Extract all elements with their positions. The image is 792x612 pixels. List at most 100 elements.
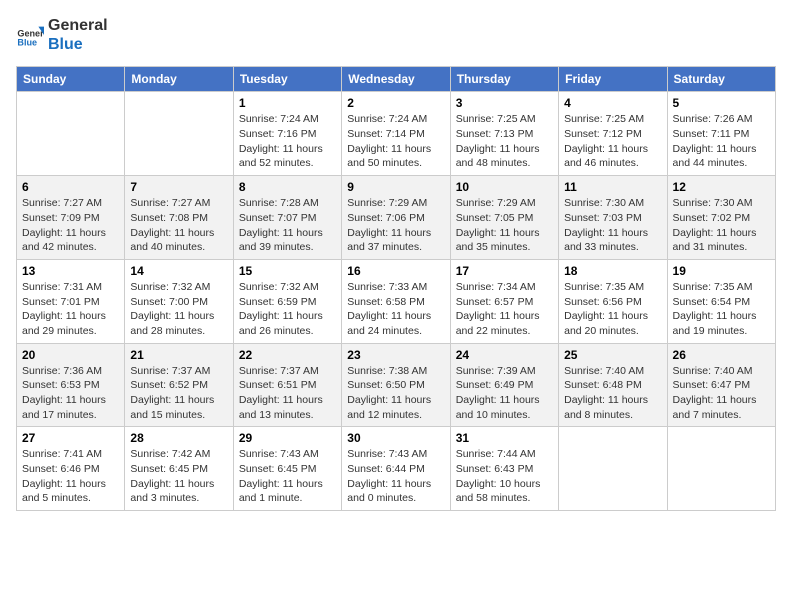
day-info: Sunrise: 7:25 AMSunset: 7:13 PMDaylight:…	[456, 112, 553, 171]
day-number: 22	[239, 348, 336, 362]
day-info: Sunrise: 7:27 AMSunset: 7:08 PMDaylight:…	[130, 196, 227, 255]
weekday-header: Monday	[125, 67, 233, 92]
calendar-header-row: SundayMondayTuesdayWednesdayThursdayFrid…	[17, 67, 776, 92]
day-info: Sunrise: 7:24 AMSunset: 7:14 PMDaylight:…	[347, 112, 444, 171]
day-info: Sunrise: 7:37 AMSunset: 6:52 PMDaylight:…	[130, 364, 227, 423]
day-info: Sunrise: 7:43 AMSunset: 6:45 PMDaylight:…	[239, 447, 336, 506]
calendar-cell: 12 Sunrise: 7:30 AMSunset: 7:02 PMDayligh…	[667, 176, 775, 260]
day-number: 16	[347, 264, 444, 278]
calendar-cell: 19Sunrise: 7:35 AMSunset: 6:54 PMDayligh…	[667, 259, 775, 343]
page-header: General Blue General Blue	[16, 16, 776, 54]
calendar-cell: 31 Sunrise: 7:44 AMSunset: 6:43 PMDayligh…	[450, 427, 558, 511]
calendar-cell: 27 Sunrise: 7:41 AMSunset: 6:46 PMDayligh…	[17, 427, 125, 511]
calendar-cell	[125, 92, 233, 176]
calendar-cell: 1Sunrise: 7:24 AMSunset: 7:16 PMDaylight…	[233, 92, 341, 176]
day-info: Sunrise: 7:34 AMSunset: 6:57 PMDaylight:…	[456, 280, 553, 339]
calendar-cell: 28 Sunrise: 7:42 AMSunset: 6:45 PMDayligh…	[125, 427, 233, 511]
calendar-week-row: 1Sunrise: 7:24 AMSunset: 7:16 PMDaylight…	[17, 92, 776, 176]
calendar-cell: 18 Sunrise: 7:35 AMSunset: 6:56 PMDayligh…	[559, 259, 667, 343]
day-info: Sunrise: 7:40 AMSunset: 6:48 PMDaylight:…	[564, 364, 661, 423]
calendar-week-row: 27 Sunrise: 7:41 AMSunset: 6:46 PMDayligh…	[17, 427, 776, 511]
calendar-cell: 9Sunrise: 7:29 AMSunset: 7:06 PMDaylight…	[342, 176, 450, 260]
logo-general: General	[48, 16, 108, 35]
calendar-cell: 29 Sunrise: 7:43 AMSunset: 6:45 PMDayligh…	[233, 427, 341, 511]
day-number: 13	[22, 264, 119, 278]
calendar-week-row: 13 Sunrise: 7:31 AMSunset: 7:01 PMDayligh…	[17, 259, 776, 343]
day-number: 27	[22, 431, 119, 445]
day-number: 18	[564, 264, 661, 278]
calendar-cell: 23 Sunrise: 7:38 AMSunset: 6:50 PMDayligh…	[342, 343, 450, 427]
calendar-week-row: 20Sunrise: 7:36 AMSunset: 6:53 PMDayligh…	[17, 343, 776, 427]
calendar-cell: 15Sunrise: 7:32 AMSunset: 6:59 PMDayligh…	[233, 259, 341, 343]
day-info: Sunrise: 7:31 AMSunset: 7:01 PMDaylight:…	[22, 280, 119, 339]
calendar-cell: 30 Sunrise: 7:43 AMSunset: 6:44 PMDayligh…	[342, 427, 450, 511]
day-info: Sunrise: 7:41 AMSunset: 6:46 PMDaylight:…	[22, 447, 119, 506]
day-number: 14	[130, 264, 227, 278]
calendar-cell: 24 Sunrise: 7:39 AMSunset: 6:49 PMDayligh…	[450, 343, 558, 427]
day-info: Sunrise: 7:25 AMSunset: 7:12 PMDaylight:…	[564, 112, 661, 171]
calendar-cell: 16 Sunrise: 7:33 AMSunset: 6:58 PMDayligh…	[342, 259, 450, 343]
calendar-cell: 3Sunrise: 7:25 AMSunset: 7:13 PMDaylight…	[450, 92, 558, 176]
calendar-cell: 26Sunrise: 7:40 AMSunset: 6:47 PMDayligh…	[667, 343, 775, 427]
logo: General Blue General Blue	[16, 16, 108, 54]
calendar-cell: 2Sunrise: 7:24 AMSunset: 7:14 PMDaylight…	[342, 92, 450, 176]
day-info: Sunrise: 7:33 AMSunset: 6:58 PMDaylight:…	[347, 280, 444, 339]
calendar-cell: 8 Sunrise: 7:28 AMSunset: 7:07 PMDaylight…	[233, 176, 341, 260]
day-info: Sunrise: 7:26 AMSunset: 7:11 PMDaylight:…	[673, 112, 770, 171]
day-number: 7	[130, 180, 227, 194]
day-number: 20	[22, 348, 119, 362]
day-info: Sunrise: 7:35 AMSunset: 6:56 PMDaylight:…	[564, 280, 661, 339]
calendar-cell: 5 Sunrise: 7:26 AMSunset: 7:11 PMDaylight…	[667, 92, 775, 176]
logo-blue: Blue	[48, 35, 108, 54]
weekday-header: Friday	[559, 67, 667, 92]
day-info: Sunrise: 7:30 AMSunset: 7:03 PMDaylight:…	[564, 196, 661, 255]
svg-text:Blue: Blue	[17, 38, 37, 48]
calendar-cell: 20Sunrise: 7:36 AMSunset: 6:53 PMDayligh…	[17, 343, 125, 427]
day-number: 26	[673, 348, 770, 362]
day-info: Sunrise: 7:43 AMSunset: 6:44 PMDaylight:…	[347, 447, 444, 506]
calendar-cell: 17 Sunrise: 7:34 AMSunset: 6:57 PMDayligh…	[450, 259, 558, 343]
day-number: 9	[347, 180, 444, 194]
day-number: 4	[564, 96, 661, 110]
calendar-table: SundayMondayTuesdayWednesdayThursdayFrid…	[16, 66, 776, 511]
day-number: 31	[456, 431, 553, 445]
day-number: 30	[347, 431, 444, 445]
day-number: 5	[673, 96, 770, 110]
day-info: Sunrise: 7:42 AMSunset: 6:45 PMDaylight:…	[130, 447, 227, 506]
day-info: Sunrise: 7:39 AMSunset: 6:49 PMDaylight:…	[456, 364, 553, 423]
day-number: 24	[456, 348, 553, 362]
day-number: 10	[456, 180, 553, 194]
day-number: 6	[22, 180, 119, 194]
calendar-cell	[667, 427, 775, 511]
calendar-cell: 21 Sunrise: 7:37 AMSunset: 6:52 PMDayligh…	[125, 343, 233, 427]
calendar-cell: 14Sunrise: 7:32 AMSunset: 7:00 PMDayligh…	[125, 259, 233, 343]
calendar-cell: 25 Sunrise: 7:40 AMSunset: 6:48 PMDayligh…	[559, 343, 667, 427]
day-info: Sunrise: 7:37 AMSunset: 6:51 PMDaylight:…	[239, 364, 336, 423]
day-number: 11	[564, 180, 661, 194]
calendar-cell: 6 Sunrise: 7:27 AMSunset: 7:09 PMDaylight…	[17, 176, 125, 260]
day-info: Sunrise: 7:27 AMSunset: 7:09 PMDaylight:…	[22, 196, 119, 255]
day-number: 21	[130, 348, 227, 362]
weekday-header: Thursday	[450, 67, 558, 92]
calendar-cell	[559, 427, 667, 511]
logo-icon: General Blue	[16, 21, 44, 49]
day-number: 25	[564, 348, 661, 362]
calendar-week-row: 6 Sunrise: 7:27 AMSunset: 7:09 PMDaylight…	[17, 176, 776, 260]
day-number: 12	[673, 180, 770, 194]
day-number: 23	[347, 348, 444, 362]
day-number: 28	[130, 431, 227, 445]
day-info: Sunrise: 7:28 AMSunset: 7:07 PMDaylight:…	[239, 196, 336, 255]
day-number: 29	[239, 431, 336, 445]
calendar-cell	[17, 92, 125, 176]
day-number: 1	[239, 96, 336, 110]
day-number: 15	[239, 264, 336, 278]
day-info: Sunrise: 7:38 AMSunset: 6:50 PMDaylight:…	[347, 364, 444, 423]
calendar-cell: 7 Sunrise: 7:27 AMSunset: 7:08 PMDaylight…	[125, 176, 233, 260]
day-info: Sunrise: 7:44 AMSunset: 6:43 PMDaylight:…	[456, 447, 553, 506]
calendar-cell: 11 Sunrise: 7:30 AMSunset: 7:03 PMDayligh…	[559, 176, 667, 260]
weekday-header: Sunday	[17, 67, 125, 92]
calendar-cell: 22 Sunrise: 7:37 AMSunset: 6:51 PMDayligh…	[233, 343, 341, 427]
day-info: Sunrise: 7:30 AMSunset: 7:02 PMDaylight:…	[673, 196, 770, 255]
day-number: 8	[239, 180, 336, 194]
day-number: 17	[456, 264, 553, 278]
